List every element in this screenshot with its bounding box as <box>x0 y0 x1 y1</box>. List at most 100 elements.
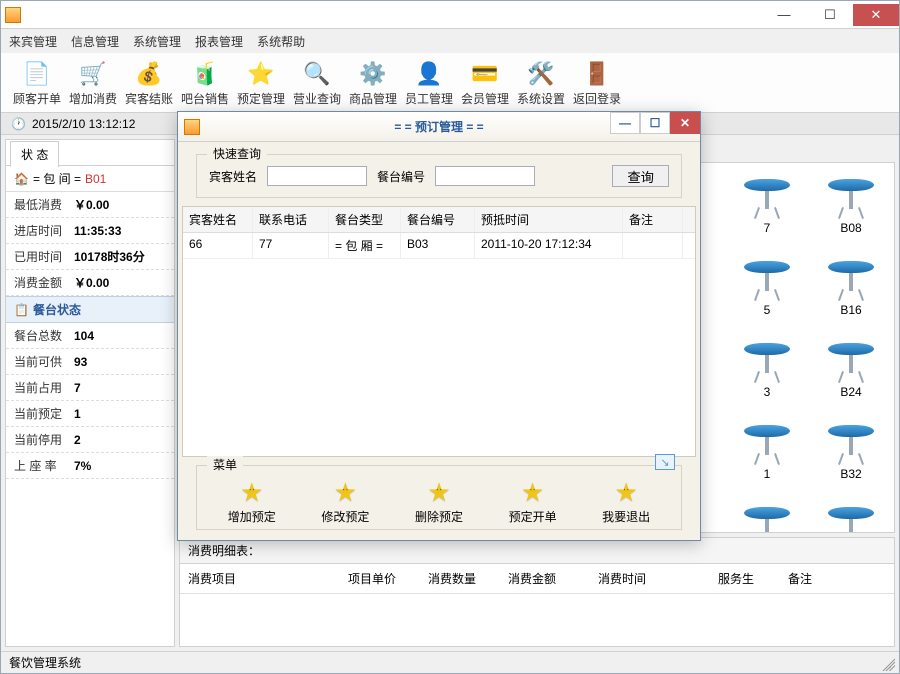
toolbar-button[interactable]: ⚙️商品管理 <box>345 55 401 111</box>
toolbar-icon: 💰 <box>133 58 165 90</box>
toolbar-label: 预定管理 <box>237 90 285 107</box>
stat-value: 7% <box>74 459 91 473</box>
dialog-icon <box>184 119 200 135</box>
guest-name-input[interactable] <box>267 166 367 186</box>
field-value: 11:35:33 <box>74 224 121 238</box>
detail-col-header: 消费项目 <box>180 568 340 589</box>
toolbar-button[interactable]: 📄顾客开单 <box>9 55 65 111</box>
detail-col-header: 项目单价 <box>340 568 420 589</box>
table-item[interactable]: B32 <box>816 425 886 481</box>
toolbar-button[interactable]: ⭐预定管理 <box>233 55 289 111</box>
toolbar-button[interactable]: 💳会员管理 <box>457 55 513 111</box>
field-label: 最低消费 <box>14 196 74 213</box>
table-item[interactable]: 9 <box>732 507 802 533</box>
action-button[interactable]: ★修改预定 <box>321 476 369 525</box>
menu-item[interactable]: 报表管理 <box>195 33 243 50</box>
stat-value: 7 <box>74 381 81 395</box>
room-icon: 🏠 <box>14 172 29 186</box>
toolbar-icon: 🛒 <box>77 58 109 90</box>
toolbar-icon: 📄 <box>21 58 53 90</box>
dialog-titlebar: = = 预订管理 = = — ☐ ✕ <box>178 112 700 142</box>
resize-grip[interactable] <box>879 655 895 671</box>
action-button[interactable]: ★我要退出 <box>602 476 650 525</box>
action-label: 修改预定 <box>321 508 369 525</box>
dialog-minimize[interactable]: — <box>610 112 640 134</box>
star-icon: ★ <box>517 476 549 508</box>
clock-icon: 🕐 <box>11 117 26 131</box>
table-code: 1 <box>732 467 802 481</box>
table-item[interactable]: 1 <box>732 425 802 481</box>
action-button[interactable]: ★删除预定 <box>415 476 463 525</box>
dialog-maximize[interactable]: ☐ <box>640 112 670 134</box>
titlebar: — ☐ ✕ <box>1 1 899 29</box>
quick-search-legend: 快速查询 <box>207 145 267 162</box>
stat-label: 餐台总数 <box>14 327 74 344</box>
toolbar-button[interactable]: 🚪返回登录 <box>569 55 625 111</box>
app-icon <box>5 7 21 23</box>
action-button[interactable]: ★预定开单 <box>509 476 557 525</box>
star-icon: ★ <box>610 476 642 508</box>
toolbar-button[interactable]: 👤员工管理 <box>401 55 457 111</box>
toolbar-button[interactable]: 🛒增加消费 <box>65 55 121 111</box>
table-code-input[interactable] <box>435 166 535 186</box>
detail-col-header: 备注 <box>780 568 850 589</box>
col-header: 宾客姓名 <box>183 207 253 232</box>
dialog-title: = = 预订管理 = = <box>394 118 483 135</box>
table-item[interactable]: B24 <box>816 343 886 399</box>
toolbar-icon: 💳 <box>469 58 501 90</box>
menu-item[interactable]: 系统管理 <box>133 33 181 50</box>
close-button[interactable]: ✕ <box>853 4 899 26</box>
toolbar: 📄顾客开单🛒增加消费💰宾客结账🧃吧台销售⭐预定管理🔍营业查询⚙️商品管理👤员工管… <box>1 53 899 113</box>
table-item[interactable]: 3 <box>732 343 802 399</box>
toolbar-label: 员工管理 <box>405 90 453 107</box>
menubar: 来宾管理信息管理系统管理报表管理系统帮助 <box>1 29 899 53</box>
search-button[interactable]: 查询 <box>612 165 669 187</box>
toolbar-button[interactable]: 🛠️系统设置 <box>513 55 569 111</box>
reservation-table[interactable]: 宾客姓名联系电话餐台类型餐台编号预抵时间备注 6677= 包 厢 =B03201… <box>182 206 696 457</box>
table-item[interactable]: B08 <box>816 179 886 235</box>
stat-value: 2 <box>74 433 81 447</box>
toolbar-button[interactable]: 🧃吧台销售 <box>177 55 233 111</box>
toolbar-button[interactable]: 💰宾客结账 <box>121 55 177 111</box>
action-button[interactable]: ★增加预定 <box>228 476 276 525</box>
table-code: B16 <box>816 303 886 317</box>
status-tab[interactable]: 状 态 <box>10 141 59 167</box>
table-code-label: 餐台编号 <box>377 168 425 185</box>
toolbar-icon: 🛠️ <box>525 58 557 90</box>
dialog-close[interactable]: ✕ <box>670 112 700 134</box>
action-label: 增加预定 <box>228 508 276 525</box>
stat-label: 当前占用 <box>14 379 74 396</box>
col-header: 预抵时间 <box>475 207 623 232</box>
stat-label: 上 座 率 <box>14 457 74 474</box>
table-code: 3 <box>732 385 802 399</box>
minimize-button[interactable]: — <box>761 4 807 26</box>
field-value: ￥0.00 <box>74 274 109 291</box>
action-menu-group: 菜单 ↘ ★增加预定★修改预定★删除预定★预定开单★我要退出 <box>196 465 682 530</box>
menu-item[interactable]: 信息管理 <box>71 33 119 50</box>
col-header: 联系电话 <box>253 207 329 232</box>
table-code: 5 <box>732 303 802 317</box>
table-item[interactable]: 5 <box>732 261 802 317</box>
menu-item[interactable]: 来宾管理 <box>9 33 57 50</box>
cell: 66 <box>183 233 253 258</box>
status-section-title: 餐台状态 <box>33 301 81 318</box>
toolbar-label: 会员管理 <box>461 90 509 107</box>
stat-value: 1 <box>74 407 81 421</box>
toolbar-label: 商品管理 <box>349 90 397 107</box>
maximize-button[interactable]: ☐ <box>807 4 853 26</box>
toolbar-button[interactable]: 🔍营业查询 <box>289 55 345 111</box>
table-item[interactable]: B16 <box>816 261 886 317</box>
stat-label: 当前可供 <box>14 353 74 370</box>
action-label: 我要退出 <box>602 508 650 525</box>
cell <box>623 233 683 258</box>
table-item[interactable]: 7 <box>732 179 802 235</box>
table-row[interactable]: 6677= 包 厢 =B032011-10-20 17:12:34 <box>183 233 695 259</box>
toolbar-icon: 🧃 <box>189 58 221 90</box>
help-icon[interactable]: ↘ <box>655 454 675 470</box>
toolbar-label: 增加消费 <box>69 90 117 107</box>
toolbar-icon: 👤 <box>413 58 445 90</box>
detail-title: 消费明细表： <box>180 538 894 564</box>
menu-item[interactable]: 系统帮助 <box>257 33 305 50</box>
cell: = 包 厢 = <box>329 233 401 258</box>
table-item[interactable]: B40 <box>816 507 886 533</box>
